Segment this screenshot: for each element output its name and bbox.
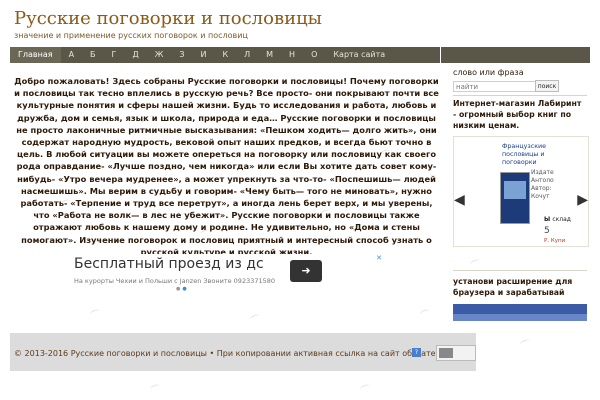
nav-item-letter-o[interactable]: О <box>303 47 325 63</box>
extension-promo-text[interactable]: установи расширение для браузера и зараб… <box>453 276 587 298</box>
nav-item-letter-a[interactable]: А <box>61 47 82 63</box>
nav-item-letter-g[interactable]: Г <box>104 47 125 63</box>
visitor-counter[interactable] <box>436 345 476 361</box>
chevron-right-icon[interactable]: ▶ <box>577 192 588 208</box>
main-navigation: Главная А Б Г Д Ж З И К Л М Н О Карта са… <box>10 47 440 63</box>
nav-item-letter-d[interactable]: Д <box>124 47 146 63</box>
book-buy-link[interactable]: Р. Купи <box>544 238 565 244</box>
site-title[interactable]: Русские поговорки и пословицы <box>14 8 322 29</box>
book-cover[interactable] <box>500 172 530 224</box>
book-badge-letter: Ы <box>544 216 551 223</box>
help-icon[interactable]: ? <box>412 348 421 357</box>
sidebar-divider <box>453 95 587 96</box>
book-carousel[interactable]: ◀ Французские пословицы и поговорки Изда… <box>453 136 589 247</box>
footer-copyright: © 2013-2016 Русские поговорки и пословиц… <box>14 349 456 358</box>
nav-item-home[interactable]: Главная <box>10 47 61 63</box>
search-button[interactable]: поиск <box>535 80 559 92</box>
nav-item-letter-k[interactable]: К <box>214 47 236 63</box>
labirint-promo-text[interactable]: Интернет-магазин Лабиринт - огромный выб… <box>453 98 587 131</box>
ad-headline[interactable]: Бесплатный проезд из дс <box>74 256 264 272</box>
book-sale-label: склад <box>552 216 571 223</box>
book-price: 5 <box>544 226 550 236</box>
intro-text: Добро пожаловать! Здесь собраны Русские … <box>14 76 439 257</box>
nav-item-letter-z[interactable]: З <box>171 47 192 63</box>
sidebar-divider <box>453 270 587 271</box>
ad-pagination-dots[interactable]: ●● <box>176 286 189 292</box>
nav-item-letter-l[interactable]: Л <box>236 47 258 63</box>
nav-bar-extension <box>441 47 590 63</box>
book-meta-line: Кочут <box>531 193 550 200</box>
book-meta: Издате Антоло Автор: Кочут <box>531 169 561 201</box>
nav-item-letter-i[interactable]: И <box>192 47 214 63</box>
book-meta-line: Издате <box>531 169 554 176</box>
nav-item-sitemap[interactable]: Карта сайта <box>325 47 393 63</box>
book-badge: Ы склад <box>544 216 571 223</box>
book-meta-line: Автор: <box>531 185 552 192</box>
nav-item-letter-n[interactable]: Н <box>281 47 303 63</box>
search-label: слово или фраза <box>453 68 524 77</box>
book-title[interactable]: Французские пословицы и поговорки <box>502 143 562 167</box>
book-meta-line: Антоло <box>531 177 554 184</box>
ad-banner[interactable]: Бесплатный проезд из дс На курорты Чехии… <box>14 254 384 294</box>
chevron-left-icon[interactable]: ◀ <box>454 192 465 208</box>
nav-item-letter-zh[interactable]: Ж <box>147 47 172 63</box>
footer: © 2013-2016 Русские поговорки и пословиц… <box>10 333 476 371</box>
extension-banner[interactable] <box>453 304 587 321</box>
ad-close-icon[interactable]: ✕ <box>376 254 382 262</box>
nav-item-letter-b[interactable]: Б <box>82 47 104 63</box>
nav-item-letter-m[interactable]: М <box>258 47 281 63</box>
search-input[interactable] <box>453 81 537 92</box>
ad-subline: На курорты Чехии и Польши с Janzen Звони… <box>74 277 276 285</box>
ad-arrow-button[interactable]: ➜ <box>290 260 322 282</box>
site-tagline: значение и применение русских поговорок … <box>14 31 248 40</box>
